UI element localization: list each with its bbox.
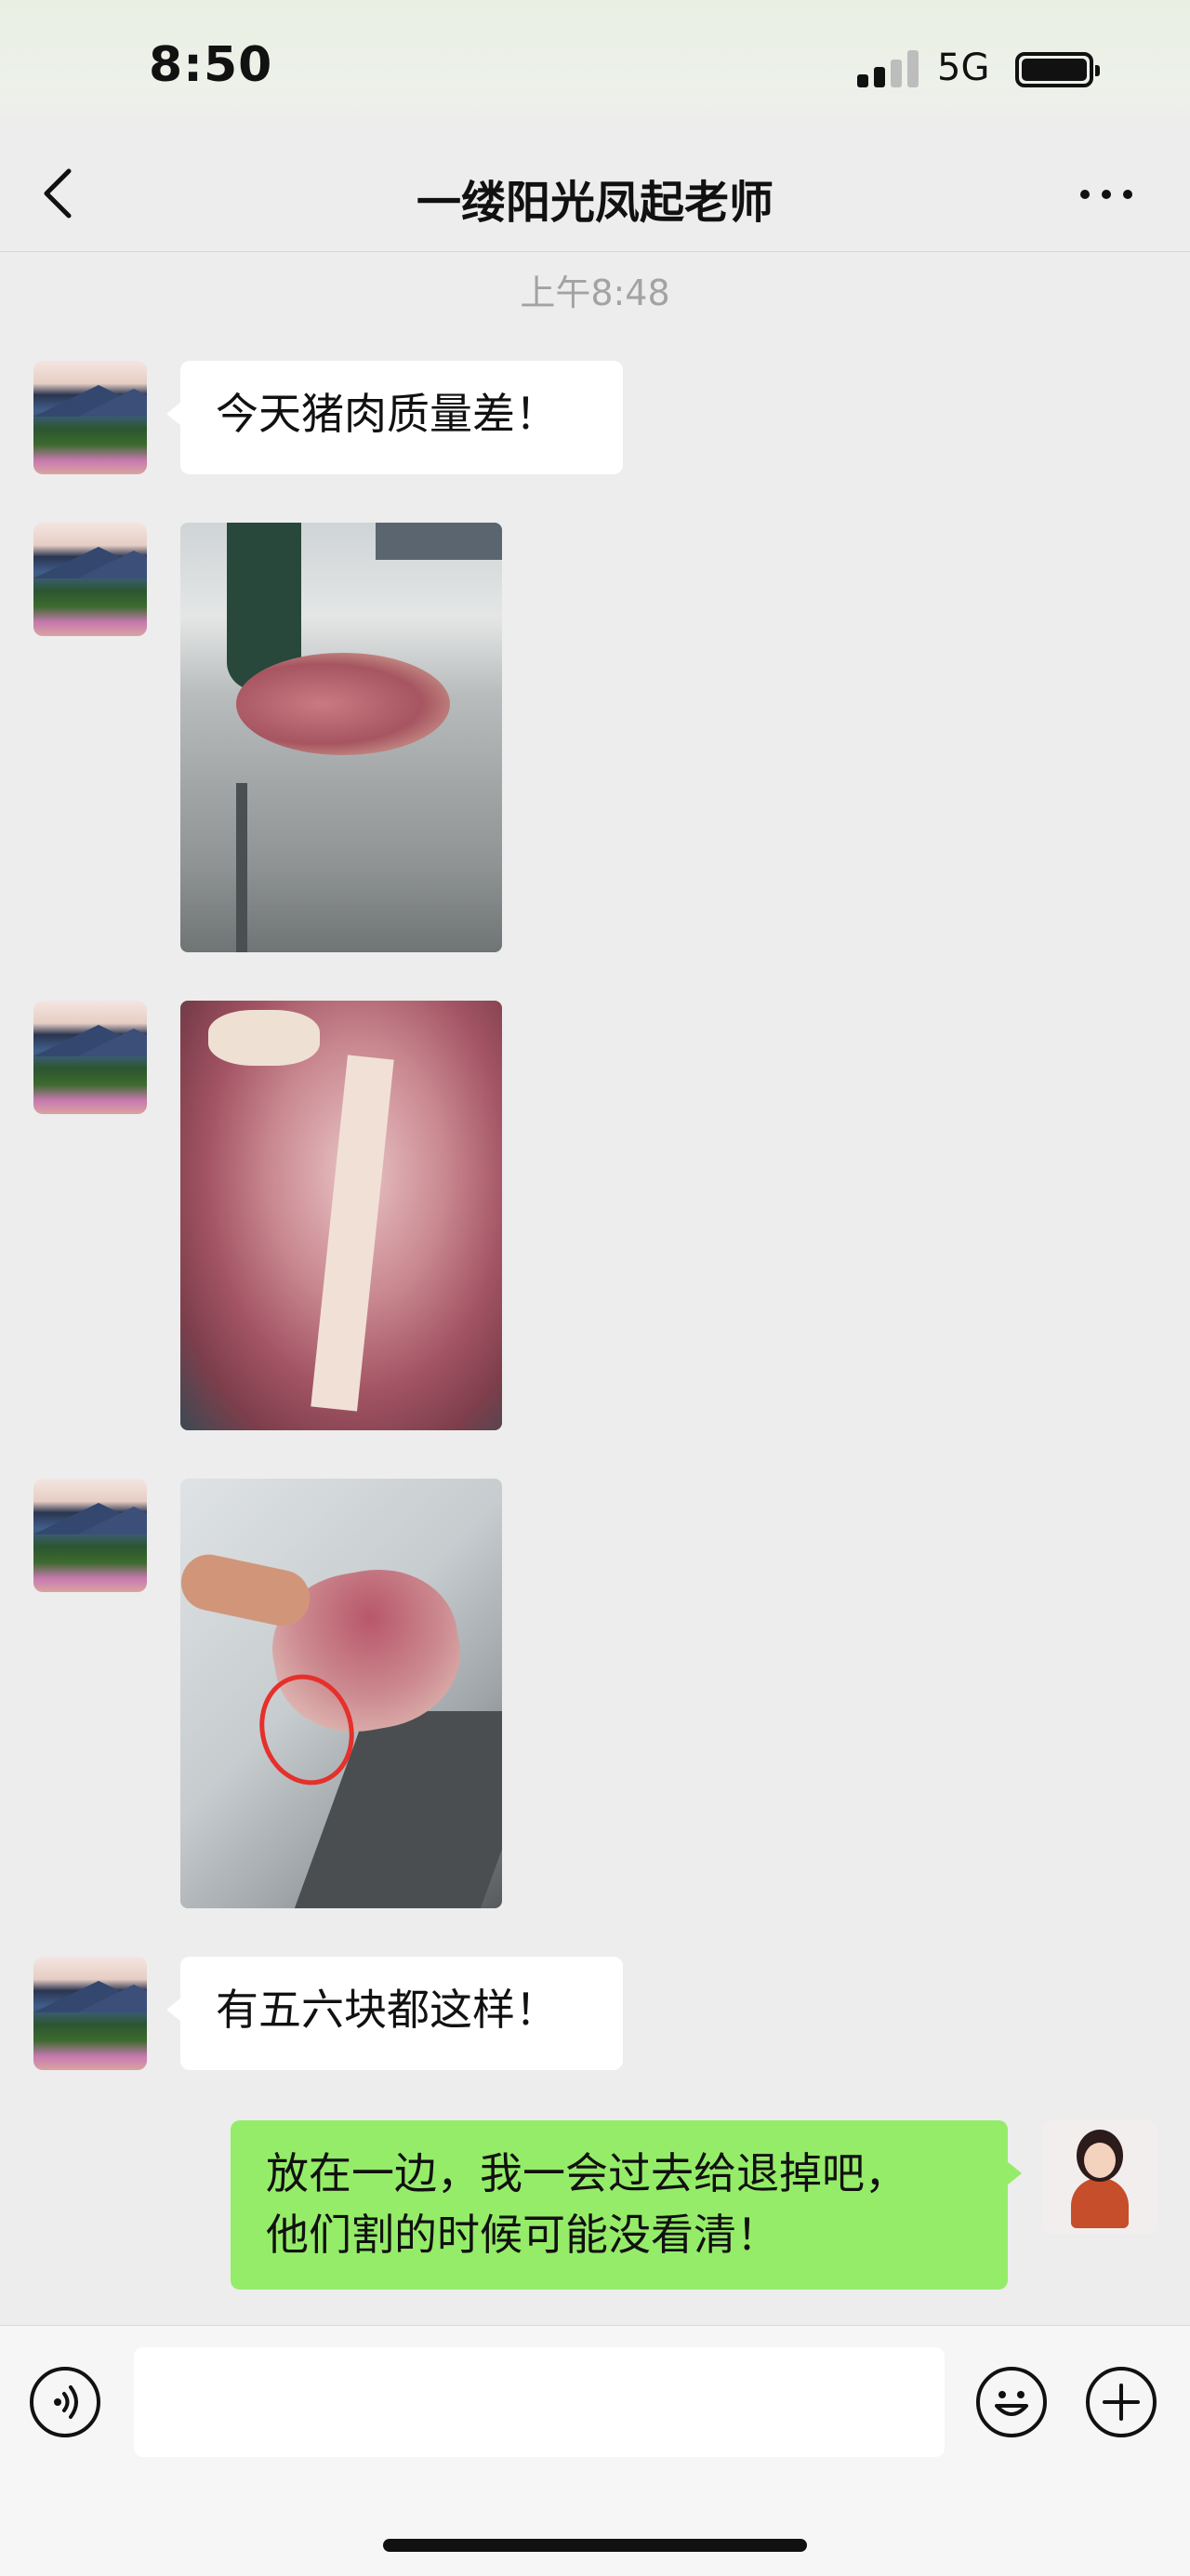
signal-icon [857,48,922,87]
contact-avatar[interactable] [33,1479,147,1592]
message-image[interactable] [180,523,502,952]
message-input[interactable] [134,2347,945,2457]
contact-avatar[interactable] [33,361,147,474]
status-time: 8:50 [149,37,273,93]
emoji-icon[interactable] [976,2367,1047,2437]
chat-title: 一缕阳光凤起老师 [416,177,774,229]
voice-icon[interactable] [30,2367,100,2437]
more-dots-icon[interactable] [1080,184,1136,203]
message-bubble[interactable]: 有五六块都这样！ [166,1957,623,2070]
message-image[interactable] [180,1479,502,1908]
message-timestamp: 上午8:48 [520,272,670,313]
network-label: 5G [937,46,990,89]
battery-icon [1015,52,1100,87]
plus-icon[interactable] [1086,2367,1157,2437]
my-message-bubble[interactable]: 放在一边，我一会过去给退掉吧， 他们割的时候可能没看清！ [231,2120,1022,2290]
home-indicator[interactable] [383,2539,807,2552]
contact-avatar[interactable] [33,1001,147,1114]
my-avatar[interactable] [1043,2120,1157,2234]
message-bubble[interactable]: 今天猪肉质量差！ [166,361,623,474]
contact-avatar[interactable] [33,1957,147,2070]
contact-avatar[interactable] [33,523,147,636]
message-image[interactable] [180,1001,502,1430]
